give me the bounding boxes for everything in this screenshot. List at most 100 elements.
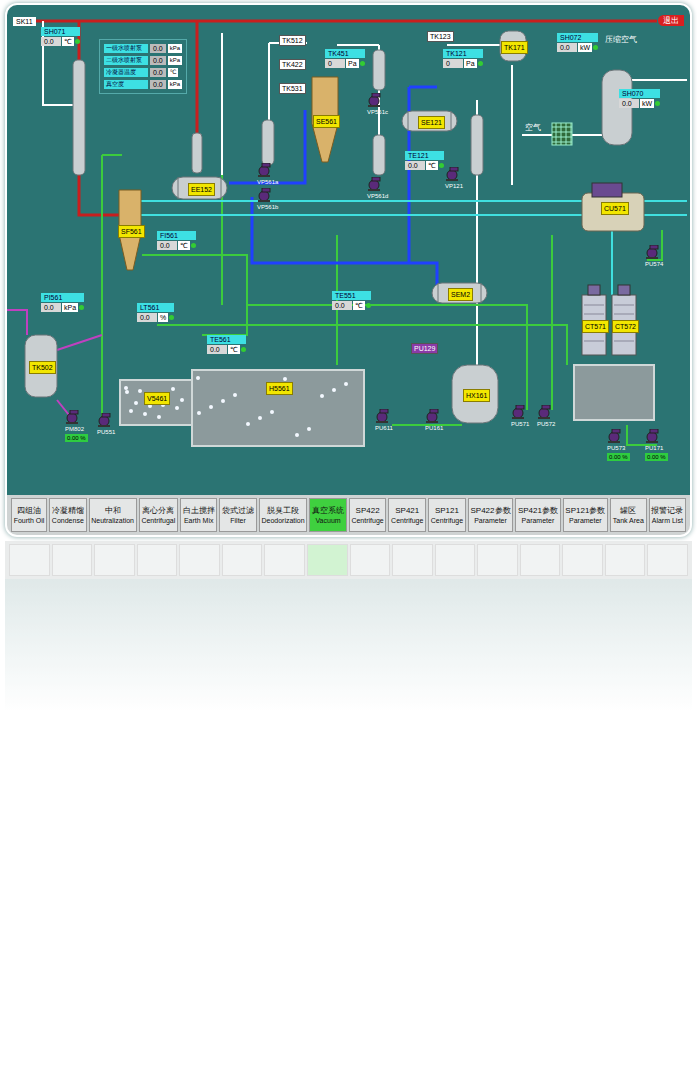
pump-icon [511, 405, 525, 419]
pump-label: VP121 [445, 182, 463, 190]
nav-button[interactable]: 离心分离Centrifugal [139, 498, 178, 532]
nav-label: SP422参数 [470, 506, 510, 516]
pump-label: PU572 [537, 420, 555, 428]
nav-label-en: Parameter [522, 516, 555, 525]
readout-unit: ℃ [228, 345, 240, 354]
legend-unit: ℃ [168, 68, 179, 77]
nav-label: 袋式过滤 [222, 506, 254, 516]
nav-label: SP121参数 [565, 506, 605, 516]
pump-label: PU611 [375, 424, 393, 432]
readout-label: SH070 [619, 89, 660, 98]
status-dot [169, 315, 174, 320]
pump-icon [645, 429, 659, 443]
pump[interactable]: VP561c [367, 93, 388, 116]
readout-unit: Pa [346, 59, 359, 68]
pump[interactable]: PM8020.00 % [65, 410, 88, 442]
nav-label-en: Centrifuge [431, 516, 463, 525]
status-dot [360, 61, 365, 66]
readout-value: 0.0 [41, 37, 61, 46]
pump[interactable]: PU574 [645, 245, 663, 268]
nav-label: 脱臭工段 [267, 506, 299, 516]
legend-label: 一级水喷射泵 [104, 44, 148, 53]
nav-button[interactable]: 真空系统Vacuum [309, 498, 346, 532]
legend-unit: kPa [168, 56, 182, 65]
pump[interactable]: VP561b [257, 188, 278, 211]
pump[interactable]: PU571 [511, 405, 529, 428]
status-dot [366, 303, 371, 308]
readout: SH0710.0℃ [41, 27, 80, 46]
stream-label: 压缩空气 [605, 35, 637, 45]
equipment-label: SF561 [118, 225, 145, 238]
nav-label-en: Condense [52, 516, 84, 525]
nav-button[interactable]: SP422参数Parameter [468, 498, 513, 532]
readout-value: 0.0 [619, 99, 639, 108]
reflection-button [435, 544, 476, 576]
nav-button[interactable]: SP421参数Parameter [515, 498, 560, 532]
equipment-label: SEM2 [448, 288, 473, 301]
readout-unit: Pa [464, 59, 477, 68]
reflection-button [94, 544, 135, 576]
equipment-exchanger[interactable] [432, 283, 487, 303]
nav-label: SP421参数 [518, 506, 558, 516]
pump[interactable]: PU551 [97, 413, 115, 436]
status-dot [75, 39, 80, 44]
readout: FI5610.0℃ [157, 231, 196, 250]
pump-label: PU551 [97, 428, 115, 436]
legend-row: 二级水喷射泵0.0kPa [104, 56, 182, 65]
equipment-vessel[interactable] [452, 365, 498, 423]
readout-value: 0.0 [332, 301, 352, 310]
pump[interactable]: PU572 [537, 405, 555, 428]
nav-button[interactable]: SP421Centrifuge [388, 498, 426, 532]
pump-icon [375, 409, 389, 423]
nav-button[interactable]: 白土搅拌Earth Mix [180, 498, 217, 532]
nav-button[interactable]: 袋式过滤Filter [219, 498, 256, 532]
readout-label: SH071 [41, 27, 80, 36]
pump[interactable]: PU611 [375, 409, 393, 432]
station-tag: SK11 [13, 17, 36, 26]
legend-unit: kPa [168, 44, 182, 53]
nav-button[interactable]: 四组油Fourth Oil [11, 498, 47, 532]
pump[interactable]: PU1710.00 % [645, 429, 668, 461]
readout-label: FI561 [157, 231, 196, 240]
nav-label: SP421 [395, 506, 419, 516]
legend-value: 0.0 [150, 44, 166, 53]
pump[interactable]: PU5730.00 % [607, 429, 630, 461]
equipment-chiller[interactable] [582, 183, 644, 231]
nav-button[interactable]: 冷凝精馏Condense [49, 498, 86, 532]
legend-value: 0.0 [150, 80, 166, 89]
pump[interactable]: VP121 [445, 167, 463, 190]
exit-button[interactable]: 退出 [658, 15, 684, 26]
reflection-button [392, 544, 433, 576]
pump-icon [537, 405, 551, 419]
nav-button[interactable]: 报警记录Alarm List [649, 498, 686, 532]
readout-label: PI561 [41, 293, 84, 302]
nav-button[interactable]: SP422Centrifuge [349, 498, 387, 532]
pump-label: VP561b [257, 203, 278, 211]
pump[interactable]: PU161 [425, 409, 443, 432]
reflection-button [9, 544, 50, 576]
equipment-basin[interactable] [192, 370, 364, 446]
pump-label: PU171 [645, 444, 663, 452]
nav-button[interactable]: 中和Neutralization [89, 498, 137, 532]
nav-label: 四组油 [17, 506, 41, 516]
nav-label-en: Fourth Oil [14, 516, 45, 525]
readout-value: 0 [325, 59, 345, 68]
pump[interactable]: VP561d [367, 177, 388, 200]
equipment-vessel[interactable] [25, 335, 57, 397]
stream-label: 空气 [525, 123, 541, 133]
equipment-exchanger[interactable] [402, 111, 457, 131]
readout-row: 0.0kPa [41, 303, 84, 312]
nav-button[interactable]: SP121参数Parameter [563, 498, 608, 532]
equipment-label: SE561 [313, 115, 340, 128]
equipment-basin[interactable] [120, 380, 192, 425]
pump[interactable]: VP561a [257, 163, 278, 186]
readout-row: 0Pa [325, 59, 365, 68]
readout-unit: ℃ [178, 241, 190, 250]
nav-button[interactable]: 罐区Tank Area [610, 498, 647, 532]
readout-unit: kPa [62, 303, 78, 312]
equipment-exchanger[interactable] [172, 177, 227, 199]
nav-button[interactable]: SP121Centrifuge [428, 498, 466, 532]
legend-label: 二级水喷射泵 [104, 56, 148, 65]
reflection-button [350, 544, 391, 576]
nav-button[interactable]: 脱臭工段Deodorization [259, 498, 308, 532]
